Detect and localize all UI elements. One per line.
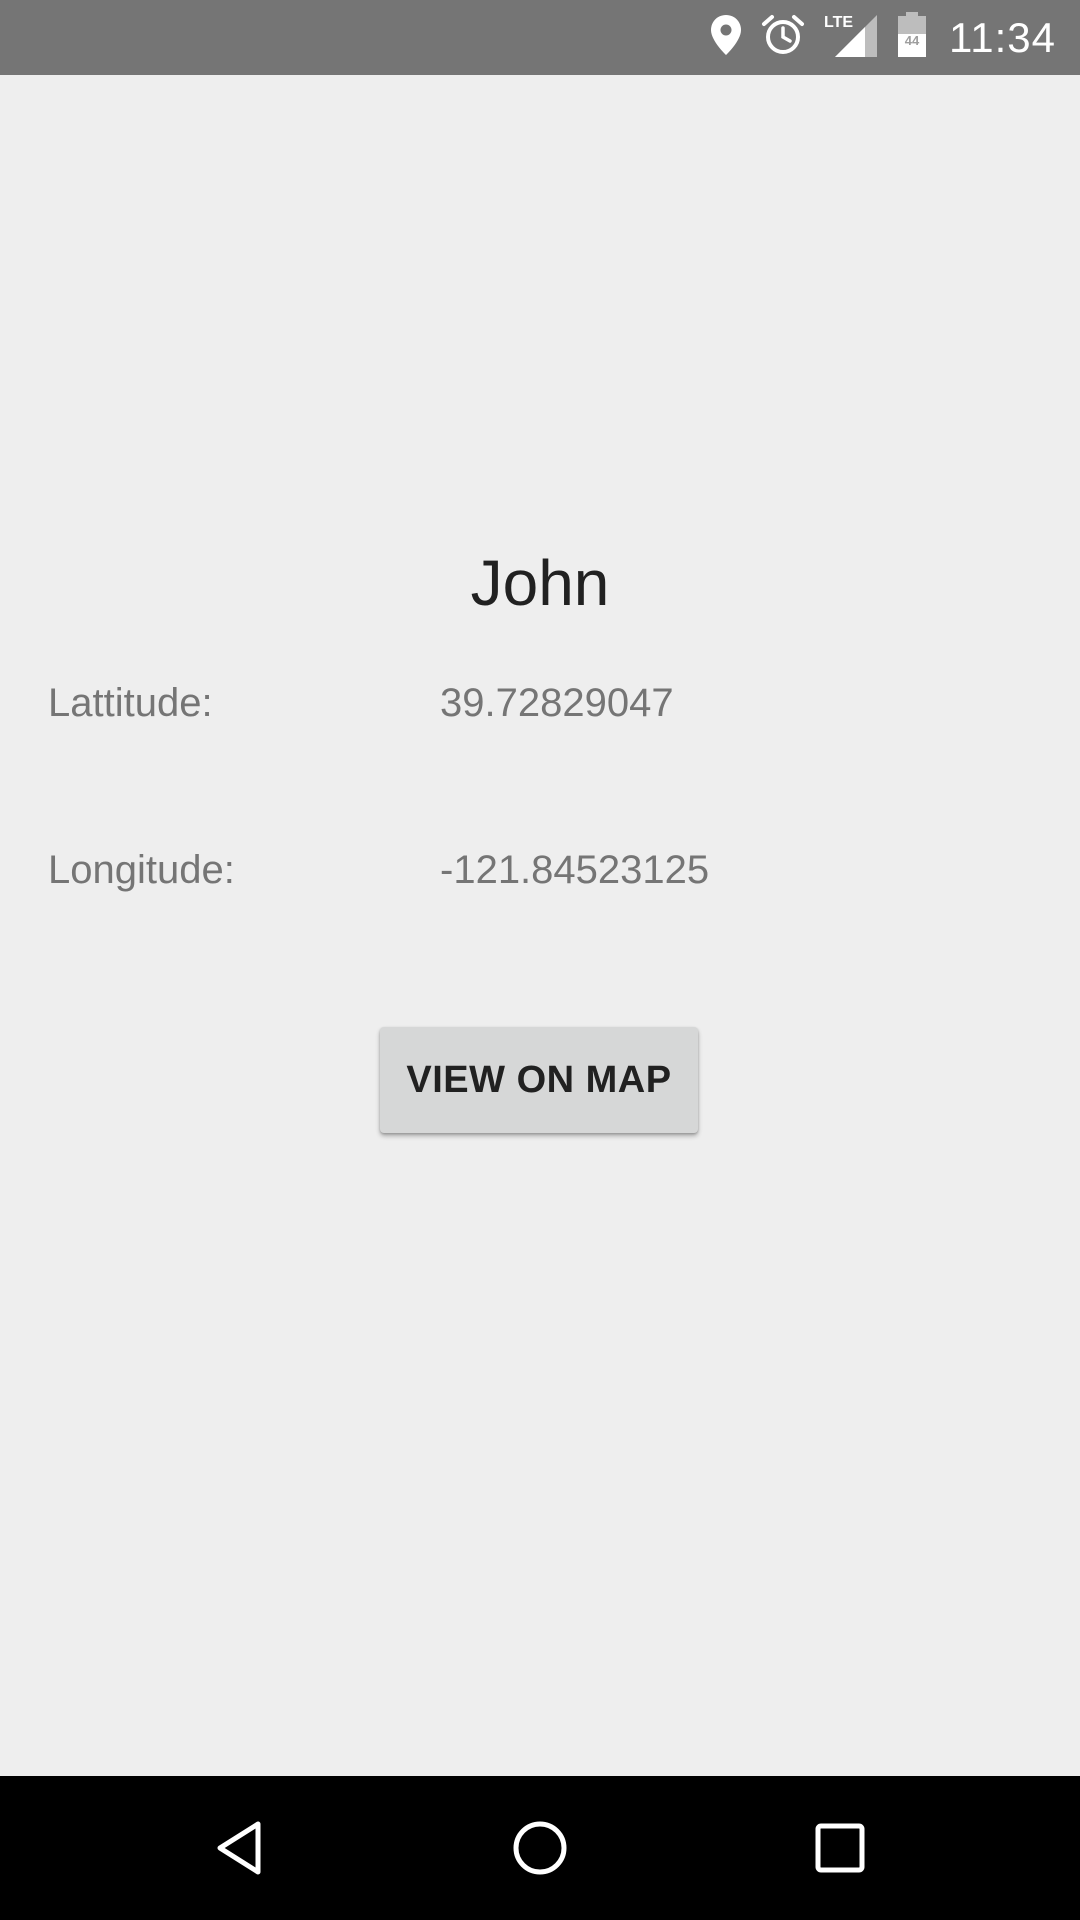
lte-signal-icon: LTE (823, 11, 879, 64)
alarm-icon (761, 13, 805, 62)
longitude-label: Longitude: (48, 848, 235, 892)
screen: LTE 44 11:34 John Lattitude: 39.72829047… (0, 0, 1080, 1920)
recents-icon (815, 1823, 865, 1873)
recents-button[interactable] (760, 1776, 920, 1920)
longitude-value: -121.84523125 (440, 848, 710, 892)
home-button[interactable] (460, 1776, 620, 1920)
latitude-label: Lattitude: (48, 681, 213, 725)
battery-icon: 44 (897, 12, 927, 63)
navigation-bar (0, 1776, 1080, 1920)
status-icons: LTE 44 11:34 (709, 0, 1056, 75)
home-icon (513, 1821, 567, 1875)
contact-name: John (470, 547, 610, 619)
status-time: 11:34 (949, 13, 1056, 61)
lte-label: LTE (824, 14, 853, 31)
view-on-map-button[interactable]: VIEW ON MAP (380, 1027, 698, 1133)
location-icon (709, 13, 743, 62)
latitude-value: 39.72829047 (440, 681, 674, 725)
status-bar: LTE 44 11:34 (0, 0, 1080, 75)
back-icon (217, 1821, 261, 1875)
back-button[interactable] (160, 1776, 320, 1920)
battery-level: 44 (905, 33, 920, 48)
